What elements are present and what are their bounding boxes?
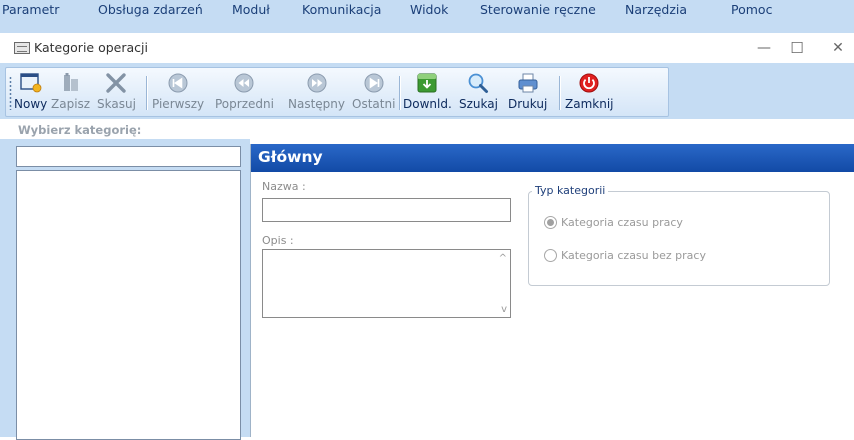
first-record-icon — [165, 72, 191, 94]
last-record-icon — [361, 72, 387, 94]
minimize-button[interactable]: — — [752, 37, 776, 59]
category-select-label: Wybierz kategorię: — [18, 123, 142, 137]
menu-narzedzia[interactable]: Narzędzia — [625, 0, 687, 17]
first-record-button[interactable]: Pierwszy — [152, 72, 204, 114]
description-textarea[interactable]: ^ v — [262, 249, 511, 318]
name-field-label: Nazwa : — [262, 180, 306, 193]
delete-x-icon — [103, 72, 129, 94]
maximize-button[interactable]: ☐ — [785, 37, 809, 59]
menu-bar: Parametr Obsługa zdarzeń Moduł Komunikac… — [0, 0, 854, 33]
menu-modul[interactable]: Moduł — [232, 0, 270, 17]
toolbar: Nowy Zapisz Skasuj Pierwszy Poprzedni Na… — [5, 67, 669, 117]
radio-work-time[interactable]: Kategoria czasu pracy — [544, 216, 683, 229]
category-panel — [0, 139, 250, 440]
section-header: Główny — [251, 144, 854, 172]
printer-icon — [515, 72, 541, 94]
next-record-icon — [304, 72, 330, 94]
radio-unselected-icon — [544, 249, 557, 262]
main-form-panel: Główny Nazwa : Opis : ^ v Typ kategorii … — [250, 144, 854, 437]
close-window-button[interactable]: ✕ — [826, 37, 850, 59]
previous-record-icon — [231, 72, 257, 94]
category-type-legend: Typ kategorii — [532, 184, 609, 197]
window-title-bar: Kategorie operacji — ☐ ✕ — [0, 33, 854, 63]
toolbar-grip-handle[interactable] — [9, 76, 12, 110]
category-type-group — [528, 191, 830, 286]
previous-record-button[interactable]: Poprzedni — [215, 72, 274, 114]
next-record-button[interactable]: Następny — [288, 72, 345, 114]
radio-non-work-time[interactable]: Kategoria czasu bez pracy — [544, 249, 706, 262]
toolbar-separator — [559, 76, 560, 110]
window-form-icon — [14, 42, 30, 54]
scroll-up-arrow[interactable]: ^ — [499, 253, 507, 264]
save-button[interactable]: Zapisz — [51, 72, 90, 114]
menu-parametr[interactable]: Parametr — [2, 0, 59, 17]
category-search-input[interactable] — [16, 146, 241, 167]
toolbar-area: Nowy Zapisz Skasuj Pierwszy Poprzedni Na… — [0, 63, 854, 119]
new-document-icon — [18, 72, 44, 94]
last-record-button[interactable]: Ostatni — [352, 72, 395, 114]
scroll-down-arrow[interactable]: v — [501, 304, 507, 315]
search-button[interactable]: Szukaj — [459, 72, 498, 114]
download-icon — [414, 72, 440, 94]
download-button[interactable]: Downld. — [403, 72, 452, 114]
toolbar-separator — [146, 76, 147, 110]
print-button[interactable]: Drukuj — [508, 72, 547, 114]
save-icon — [58, 72, 84, 94]
radio-selected-icon — [544, 216, 557, 229]
new-button[interactable]: Nowy — [14, 72, 47, 114]
menu-komunikacja[interactable]: Komunikacja — [302, 0, 381, 17]
menu-obsluga-zdarzen[interactable]: Obsługa zdarzeń — [98, 0, 203, 17]
power-icon — [576, 72, 602, 94]
toolbar-separator — [399, 76, 400, 110]
search-icon — [465, 72, 491, 94]
close-button[interactable]: Zamknij — [565, 72, 614, 114]
menu-widok[interactable]: Widok — [410, 0, 448, 17]
menu-pomoc[interactable]: Pomoc — [731, 0, 772, 17]
window-title: Kategorie operacji — [34, 40, 148, 55]
menu-sterowanie-reczne[interactable]: Sterowanie ręczne — [480, 0, 596, 17]
delete-button[interactable]: Skasuj — [97, 72, 136, 114]
name-input[interactable] — [262, 198, 511, 222]
description-field-label: Opis : — [262, 234, 294, 247]
category-list[interactable] — [16, 170, 241, 440]
